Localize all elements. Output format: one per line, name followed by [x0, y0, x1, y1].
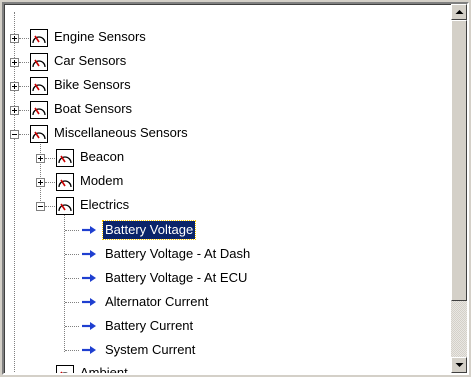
tree-item-label: Alternator Current: [105, 294, 209, 309]
tree-line: [45, 206, 55, 207]
tree-item-label: Battery Voltage: [101, 220, 197, 240]
tree-line: [65, 278, 79, 279]
gauge-icon: [56, 197, 74, 215]
tree-item-label: Modem: [80, 173, 124, 188]
expand-button[interactable]: [10, 58, 19, 67]
tree-item-label: Ambient: [80, 365, 128, 375]
sensor-tree-view[interactable]: Engine Sensors Car Sensors Bike Sensors: [2, 2, 469, 375]
tree-line: [19, 110, 29, 111]
expand-button[interactable]: [10, 82, 19, 91]
scroll-thumb[interactable]: [451, 20, 467, 301]
tree-line: [19, 86, 29, 87]
tree-item-battery-voltage-at-dash[interactable]: Battery Voltage - At Dash: [4, 242, 444, 266]
arrow-right-icon: [82, 226, 96, 234]
tree-line: [40, 374, 54, 375]
tree-line: [65, 302, 79, 303]
tree-item-miscellaneous-sensors[interactable]: Miscellaneous Sensors: [4, 122, 444, 146]
tree-item-alternator-current[interactable]: Alternator Current: [4, 290, 444, 314]
scroll-down-button[interactable]: [451, 357, 467, 373]
arrow-right-icon: [82, 322, 96, 330]
tree-item-label: System Current: [105, 342, 196, 357]
collapse-button[interactable]: [36, 202, 45, 211]
tree-item-label: Bike Sensors: [54, 77, 131, 92]
tree-item-electrics[interactable]: Electrics: [4, 194, 444, 218]
tree-item-label: Beacon: [80, 149, 125, 164]
arrow-right-icon: [82, 274, 96, 282]
tree-item-label: Battery Voltage - At Dash: [105, 246, 251, 261]
scroll-up-button[interactable]: [451, 4, 467, 20]
tree-item-label: Miscellaneous Sensors: [54, 125, 188, 140]
arrow-down-icon: [455, 363, 464, 367]
gauge-icon: [56, 173, 74, 191]
tree-item-ambient-partial[interactable]: Ambient: [4, 362, 444, 375]
expand-button[interactable]: [36, 154, 45, 163]
tree-item-system-current[interactable]: System Current: [4, 338, 444, 362]
window-frame: Engine Sensors Car Sensors Bike Sensors: [0, 0, 471, 377]
tree-item-engine-sensors[interactable]: Engine Sensors: [4, 26, 444, 50]
arrow-right-icon: [82, 250, 96, 258]
gauge-icon: [56, 149, 74, 167]
tree-item-beacon[interactable]: Beacon: [4, 146, 444, 170]
gauge-icon: [30, 77, 48, 95]
tree-item-bike-sensors[interactable]: Bike Sensors: [4, 74, 444, 98]
tree-line: [45, 158, 55, 159]
tree-line: [19, 38, 29, 39]
collapse-button[interactable]: [10, 130, 19, 139]
tree-line: [65, 230, 79, 231]
tree-line: [45, 182, 55, 183]
arrow-right-icon: [82, 298, 96, 306]
tree-item-label: Engine Sensors: [54, 29, 146, 44]
gauge-icon: [30, 125, 48, 143]
vertical-scrollbar[interactable]: [451, 4, 467, 373]
tree-item-car-sensors[interactable]: Car Sensors: [4, 50, 444, 74]
tree-line: [65, 254, 79, 255]
arrow-right-icon: [82, 346, 96, 354]
gauge-icon: [30, 53, 48, 71]
tree-line: [19, 62, 29, 63]
gauge-icon: [56, 365, 74, 373]
tree-item-battery-voltage[interactable]: Battery Voltage: [4, 218, 444, 242]
tree-line: [65, 326, 79, 327]
gauge-icon: [30, 101, 48, 119]
tree-item-label: Battery Current: [105, 318, 194, 333]
expand-button[interactable]: [10, 106, 19, 115]
tree-item-battery-current[interactable]: Battery Current: [4, 314, 444, 338]
tree-item-battery-voltage-at-ecu[interactable]: Battery Voltage - At ECU: [4, 266, 444, 290]
expand-button[interactable]: [10, 34, 19, 43]
gauge-icon: [30, 29, 48, 47]
tree-line: [65, 350, 79, 351]
tree-line: [19, 134, 29, 135]
expand-button[interactable]: [36, 178, 45, 187]
tree-item-label: Boat Sensors: [54, 101, 133, 116]
tree-item-boat-sensors[interactable]: Boat Sensors: [4, 98, 444, 122]
tree-item-label: Car Sensors: [54, 53, 127, 68]
tree-item-modem[interactable]: Modem: [4, 170, 444, 194]
tree-item-label: Battery Voltage - At ECU: [105, 270, 248, 285]
tree-item-label: Electrics: [80, 197, 130, 212]
arrow-up-icon: [455, 10, 464, 14]
